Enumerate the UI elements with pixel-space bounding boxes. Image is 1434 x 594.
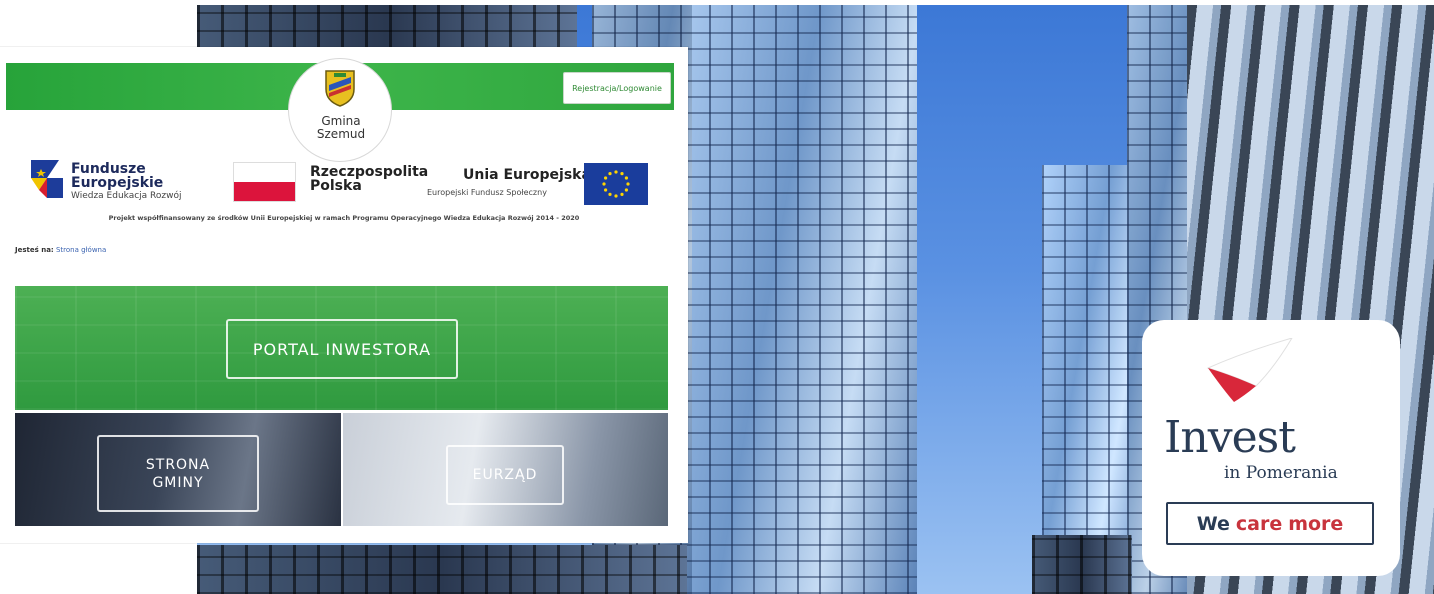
slogan-more: more bbox=[1288, 512, 1344, 535]
lower-left-building bbox=[197, 545, 687, 594]
fe-title: Fundusze Europejskie bbox=[71, 161, 164, 191]
register-login-button[interactable]: Rejestracja/Logowanie bbox=[563, 72, 671, 104]
waving-flag-icon bbox=[1206, 338, 1293, 402]
investor-portal-tile[interactable]: PORTAL INWESTORA bbox=[15, 286, 668, 410]
invest-in-pomerania-badge: Invest in Pomerania We care more bbox=[1142, 320, 1400, 576]
we-care-more-slogan: We care more bbox=[1166, 502, 1374, 545]
rp-title: Rzeczpospolita Polska bbox=[310, 164, 429, 194]
slogan-we: We bbox=[1196, 512, 1230, 535]
eurzad-tile[interactable]: EURZĄD bbox=[343, 413, 668, 526]
breadcrumb-label: Jesteś na: bbox=[15, 246, 54, 254]
fe-subtitle: Wiedza Edukacja Rozwój bbox=[71, 191, 182, 201]
polish-flag-icon bbox=[233, 162, 296, 202]
breadcrumb-home-link[interactable]: Strona główna bbox=[56, 246, 106, 254]
invest-wordmark: Invest bbox=[1164, 412, 1296, 463]
slogan-care: care bbox=[1235, 512, 1283, 535]
ue-title: Unia Europejska bbox=[463, 167, 591, 183]
composite-image: Rejestracja/Logowanie Gmina Szemud Fundu… bbox=[0, 0, 1434, 594]
municipality-name: Gmina Szemud bbox=[316, 114, 366, 141]
coat-of-arms-icon bbox=[325, 70, 355, 107]
portal-inwestora-button[interactable]: PORTAL INWESTORA bbox=[226, 319, 458, 379]
strona-gminy-button[interactable]: STRONA GMINY bbox=[97, 435, 259, 512]
eurzad-button[interactable]: EURZĄD bbox=[446, 445, 564, 505]
eu-flag-icon bbox=[584, 163, 648, 205]
breadcrumb: Jesteś na: Strona główna bbox=[15, 246, 106, 254]
central-glass-tower bbox=[687, 5, 917, 594]
lower-right-building bbox=[1032, 535, 1132, 594]
website-screenshot: Rejestracja/Logowanie Gmina Szemud Fundu… bbox=[0, 47, 688, 543]
eu-stars-icon bbox=[602, 170, 630, 198]
municipality-crest[interactable]: Gmina Szemud bbox=[288, 58, 392, 162]
fundusze-europejskie-logo bbox=[31, 160, 63, 198]
pomerania-wordmark: in Pomerania bbox=[1224, 463, 1338, 483]
ue-subtitle: Europejski Fundusz Społeczny bbox=[427, 188, 547, 197]
left-dark-tower bbox=[197, 5, 577, 50]
municipality-site-tile[interactable]: STRONA GMINY bbox=[15, 413, 341, 526]
project-funding-note: Projekt współfinansowany ze środków Unii… bbox=[108, 214, 580, 222]
